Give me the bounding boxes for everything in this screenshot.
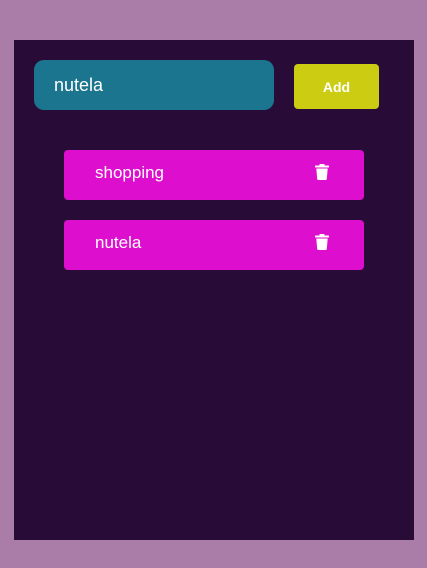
add-button[interactable]: Add: [294, 64, 379, 109]
todo-item: shopping: [64, 150, 364, 200]
todo-app-panel: Add shopping nutela: [14, 40, 414, 540]
todo-list: shopping nutela: [64, 150, 364, 290]
todo-item-text: shopping: [95, 163, 165, 182]
trash-icon[interactable]: [315, 164, 329, 180]
trash-icon[interactable]: [315, 234, 329, 250]
todo-input[interactable]: [34, 60, 274, 110]
todo-item-text: nutela: [95, 233, 142, 252]
todo-item: nutela: [64, 220, 364, 270]
